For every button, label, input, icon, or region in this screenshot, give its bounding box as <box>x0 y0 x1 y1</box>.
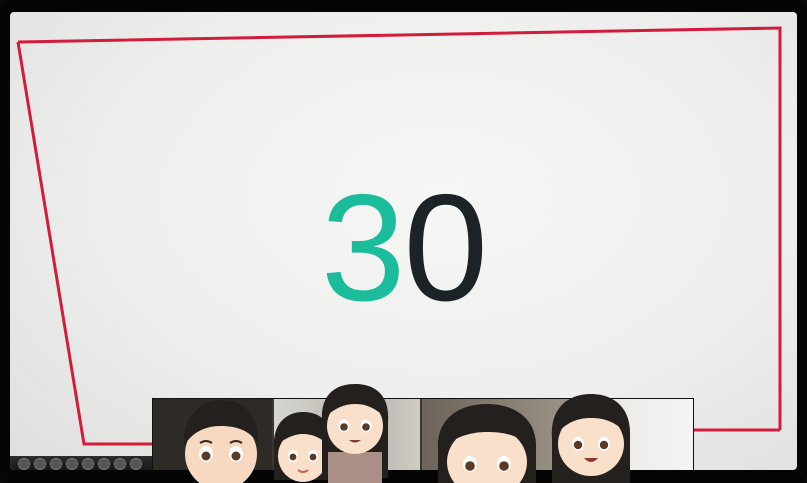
girl-avatar-icon <box>437 404 537 483</box>
dock-icon[interactable] <box>82 458 94 470</box>
boy-avatar-icon <box>183 400 259 483</box>
girl-avatar-icon <box>551 394 631 483</box>
dock-icon[interactable] <box>18 458 30 470</box>
photo-frame: 30 <box>0 0 807 483</box>
taskbar-dock <box>10 456 160 470</box>
countdown-digit-ones: 0 <box>403 163 489 333</box>
countdown-digit-tens: 3 <box>320 163 406 333</box>
dock-icon[interactable] <box>98 458 110 470</box>
dock-icon[interactable] <box>114 458 126 470</box>
dock-icon[interactable] <box>50 458 62 470</box>
dock-icon[interactable] <box>130 458 142 470</box>
girl-avatar-icon <box>321 384 389 483</box>
dock-icon[interactable] <box>34 458 46 470</box>
tile-divider <box>420 399 422 470</box>
dock-icon[interactable] <box>66 458 78 470</box>
countdown-number: 30 <box>10 172 797 324</box>
presentation-screen: 30 <box>10 12 797 470</box>
